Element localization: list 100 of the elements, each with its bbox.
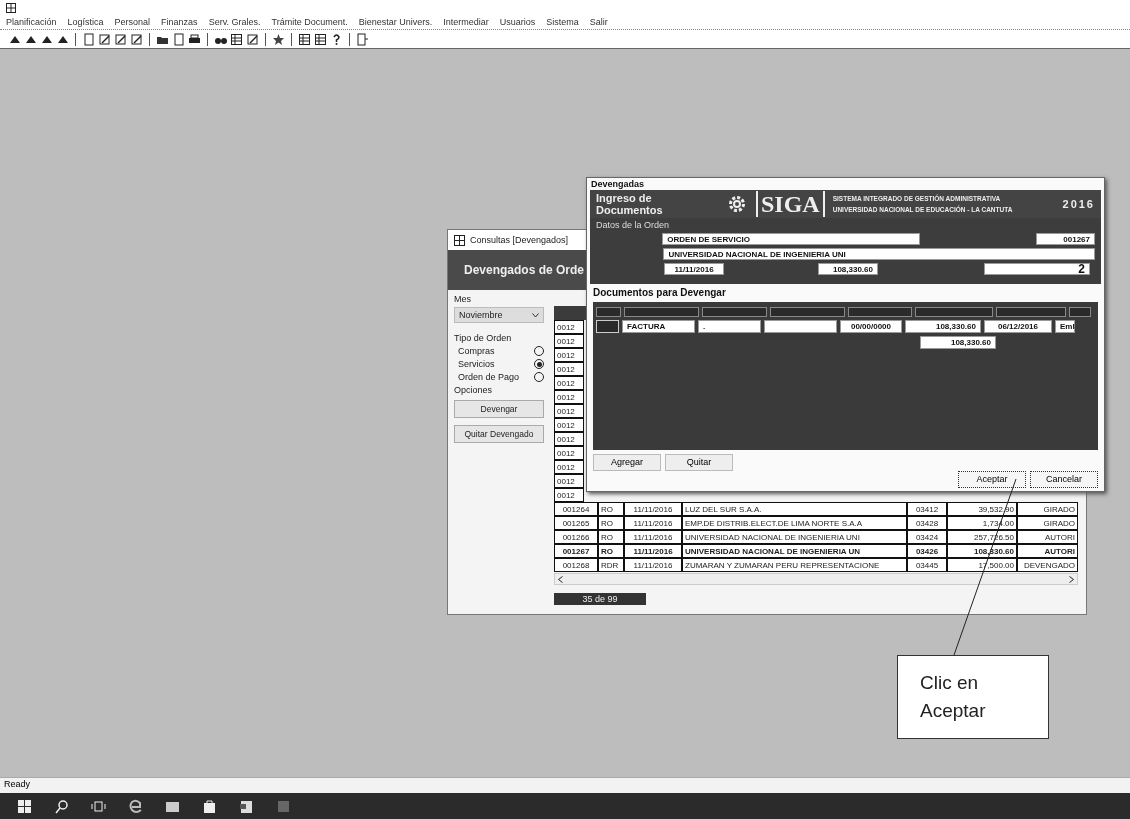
menu-item[interactable]: Logística [67, 17, 104, 27]
column-header [596, 307, 621, 317]
action-button[interactable]: Devengar [454, 400, 544, 418]
table-cell: DEVENGADO [1017, 558, 1078, 572]
question-icon[interactable] [330, 32, 343, 46]
browser-icon[interactable] [127, 797, 144, 815]
order-number-field[interactable]: 001267 [1036, 233, 1095, 246]
chevron-down-icon [532, 312, 539, 318]
table-cell: 0012 [554, 320, 584, 334]
table-cell[interactable]: . [698, 320, 761, 333]
menu-item[interactable]: Finanzas [161, 17, 198, 27]
menu-item[interactable]: Bienestar Univers. [358, 17, 433, 27]
date-field[interactable]: 11/11/2016 [664, 263, 724, 276]
window-title: Consultas [Devengados] [470, 235, 569, 245]
table-cell: 1,734.00 [947, 516, 1017, 530]
supplier-field[interactable]: UNIVERSIDAD NACIONAL DE INGENIERIA UNI [663, 248, 1095, 261]
table-cell: 001267 [554, 544, 598, 558]
type-cell[interactable]: FACTURA [622, 320, 695, 333]
table-cell: 0012 [554, 474, 584, 488]
accept-button[interactable]: Aceptar [958, 471, 1026, 488]
header-title: Devengados de Orde [464, 263, 585, 277]
table-cell: 0012 [554, 348, 584, 362]
table-cell: 0012 [554, 418, 584, 432]
menu-item[interactable]: Trámite Document. [271, 17, 348, 27]
record-counter: 35 de 99 [554, 593, 646, 605]
menu-item[interactable]: Planificación [6, 17, 57, 27]
table-cell: AUTORI [1017, 544, 1078, 558]
section-label: Datos de la Orden [596, 220, 671, 231]
column-header [996, 307, 1066, 317]
table-row[interactable]: 001265 RO 11/11/2016 EMP.DE DISTRIB.ELECT.DE LIMA NORTE S.A.A 03428 1,734.00 GIRADO [554, 516, 1078, 530]
table-cell: 0012 [554, 404, 584, 418]
action-button[interactable]: Quitar Devengado [454, 425, 544, 443]
table-cell: 001268 [554, 558, 598, 572]
date-cell[interactable]: 06/12/2016 [984, 320, 1052, 333]
table-cell: RO [598, 530, 624, 544]
table-cell: UNIVERSIDAD NACIONAL DE INGENIERIA UNI [682, 530, 907, 544]
table-row[interactable]: 001264 RO 11/11/2016 LUZ DEL SUR S.A.A. 03412 39,532.90 GIRADO [554, 502, 1078, 516]
table-cell: 11/11/2016 [624, 544, 682, 558]
grid-icon[interactable] [298, 32, 311, 46]
table-cell: 0012 [554, 488, 584, 502]
table-cell: ZUMARAN Y ZUMARAN PERU REPRESENTACIONE [682, 558, 907, 572]
table-cell: 03424 [907, 530, 947, 544]
table-cell: 0012 [554, 460, 584, 474]
door-icon[interactable] [356, 32, 369, 46]
star-icon[interactable] [272, 32, 285, 46]
table-cell: 0012 [554, 432, 584, 446]
row-selector[interactable] [596, 320, 619, 333]
grid-button[interactable]: Agregar [593, 454, 661, 471]
grid-icon[interactable] [314, 32, 327, 46]
arrow-right-icon[interactable] [1069, 575, 1074, 583]
table-cell: 001264 [554, 502, 598, 516]
table-cell: 03428 [907, 516, 947, 530]
dialog-title: Devengadas [591, 179, 645, 190]
window-grid-icon [454, 234, 465, 246]
table-cell: AUTORI [1017, 530, 1078, 544]
search-icon[interactable] [53, 797, 70, 815]
empty-grid-cell[interactable] [764, 320, 837, 333]
menu-item[interactable]: Personal [114, 17, 151, 27]
pencil-icon[interactable] [130, 32, 143, 46]
table-row[interactable]: 001266 RO 11/11/2016 UNIVERSIDAD NACIONAL DE INGENIERIA UNI 03424 257,726.50 AUTORI [554, 530, 1078, 544]
menu-item[interactable]: Salir [589, 17, 608, 27]
date-cell[interactable]: 00/00/0000 [840, 320, 902, 333]
table-cell: LUZ DEL SUR S.A.A. [682, 502, 907, 516]
shopping-bag-icon[interactable] [201, 797, 218, 815]
menu-item[interactable]: Usuarios [499, 17, 536, 27]
total-field[interactable]: 108,330.60 [920, 336, 996, 349]
grid-icon[interactable] [230, 32, 243, 46]
count-field[interactable]: 2 [984, 263, 1090, 276]
table-cell: 001265 [554, 516, 598, 530]
windows-icon[interactable] [16, 797, 33, 815]
month-dropdown[interactable]: Noviembre [454, 307, 544, 323]
group-label: Documentos para Devengar [593, 287, 727, 298]
arrow-left-icon[interactable] [558, 575, 563, 583]
table-cell: 257,726.50 [947, 530, 1017, 544]
pencil-icon[interactable] [246, 32, 259, 46]
column-header [1069, 307, 1091, 317]
table-cell: 11/11/2016 [624, 530, 682, 544]
pencil-icon[interactable] [114, 32, 127, 46]
amount-cell[interactable]: 108,330.60 [905, 320, 981, 333]
column-header [702, 307, 767, 317]
table-cell: RO [598, 544, 624, 558]
scrollbar[interactable] [554, 573, 1078, 585]
table-cell[interactable]: Eml [1055, 320, 1075, 333]
cancel-button[interactable]: Cancelar [1030, 471, 1098, 488]
amount-field[interactable]: 108,330.60 [818, 263, 878, 276]
grid-button[interactable]: Quitar [665, 454, 733, 471]
table-cell: EMP.DE DISTRIB.ELECT.DE LIMA NORTE S.A.A [682, 516, 907, 530]
menu-item[interactable]: Serv. Grales. [208, 17, 261, 27]
radio-label: Servicios [458, 359, 495, 369]
menu-item[interactable]: Sistema [546, 17, 579, 27]
radio-label: Orden de Pago [458, 372, 520, 382]
column-header [848, 307, 912, 317]
printer-icon[interactable] [188, 32, 201, 46]
table-cell: 0012 [554, 362, 584, 376]
order-type-field[interactable]: ORDEN DE SERVICIO [662, 233, 921, 246]
menu-item[interactable]: Intermediar [443, 17, 489, 27]
pencil-icon[interactable] [98, 32, 111, 46]
table-cell: 39,532.90 [947, 502, 1017, 516]
table-cell: 03412 [907, 502, 947, 516]
window-grid-icon [6, 3, 16, 13]
